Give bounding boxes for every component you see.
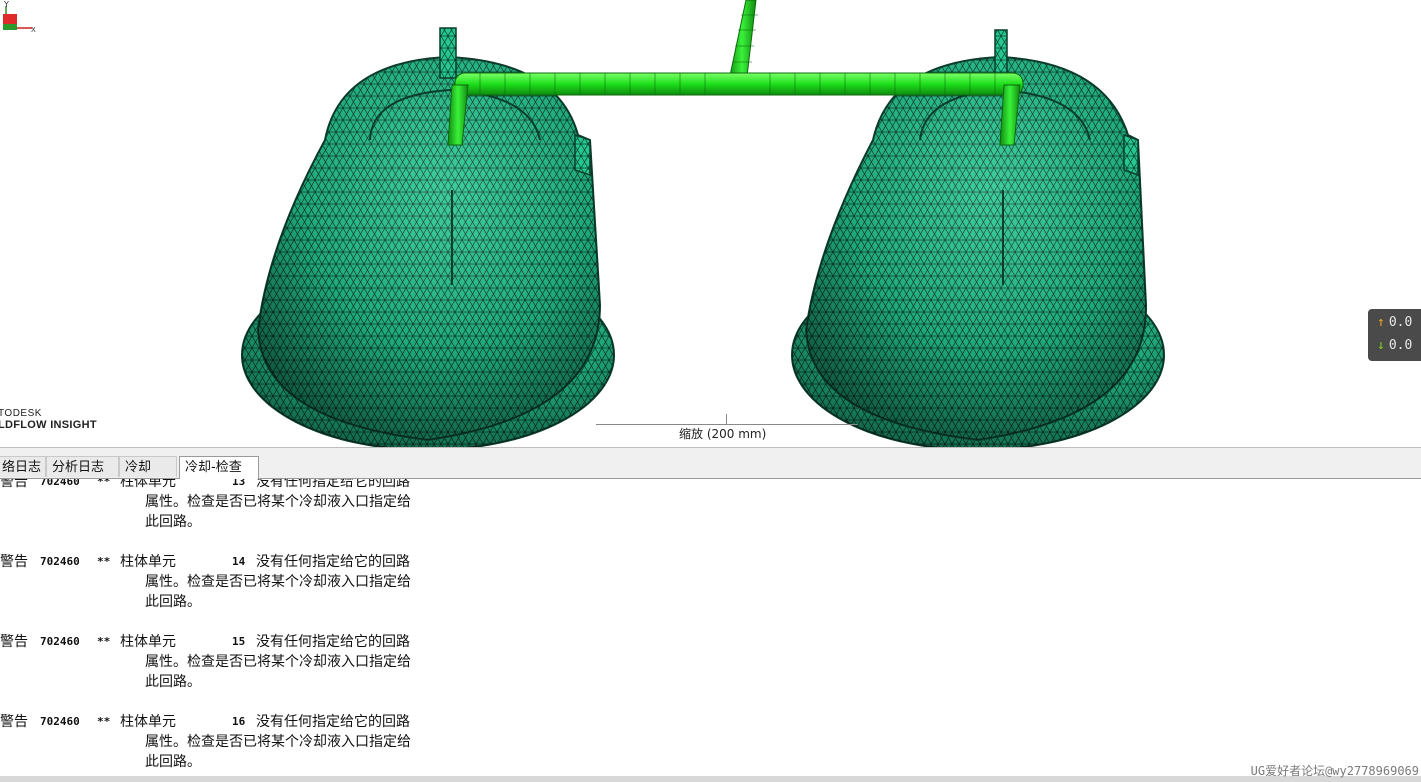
axis-x-label: X [31,26,36,34]
entry-message-2: 属性。检查是否已将某个冷却液入口指定给 [145,494,411,510]
clip-readout[interactable]: ↑ 0.0 ↓ 0.0 [1368,309,1421,361]
arrow-down-icon: ↓ [1377,338,1385,353]
readout-down: ↓ 0.0 [1377,338,1412,353]
scale-label: 缩放 (200 mm) [679,427,767,441]
entry-message-2: 属性。检查是否已将某个冷却液入口指定给 [145,654,411,670]
entry-message-1: 没有任何指定给它的回路 [256,634,410,650]
model-render[interactable] [0,0,1421,447]
entry-message-3: 此回路。 [145,674,201,690]
arrow-up-icon: ↑ [1377,315,1385,330]
entry-keyword: 警告 [0,479,28,490]
entry-element-type: 柱体单元 [120,714,176,730]
entry-marker: ** [97,479,111,488]
entry-code: 702460 [40,635,80,648]
entry-code: 702460 [40,555,80,568]
entry-message-3: 此回路。 [145,514,201,530]
entry-message-2: 属性。检查是否已将某个冷却液入口指定给 [145,574,411,590]
log-output[interactable]: 警告 702460 ** 柱体单元 13 没有任何指定给它的回路 属性。检查是否… [0,479,1421,776]
scale-tick [726,414,727,424]
log-tab-bar: 络日志 分析日志 冷却 冷却-检查 [0,455,1421,479]
tab-cooling-check[interactable]: 冷却-检查 [179,456,259,479]
entry-message-2: 属性。检查是否已将某个冷却液入口指定给 [145,734,411,750]
entry-message-1: 没有任何指定给它的回路 [256,479,410,490]
entry-number: 15 [232,635,246,648]
tab-cooling[interactable]: 冷却 [119,456,177,477]
brand-line-2: LDFLOW INSIGHT [0,419,97,431]
entry-marker: ** [97,555,111,568]
model-viewport[interactable]: TODESK LDFLOW INSIGHT 缩放 (200 mm) ↑ 0.0 ↓… [0,0,1421,447]
entry-message-1: 没有任何指定给它的回路 [256,554,410,570]
entry-marker: ** [97,635,111,648]
entry-code: 702460 [40,479,80,488]
axis-triad-icon: Y X [3,0,36,34]
readout-down-value: 0.0 [1388,338,1413,353]
bottom-scrollbar[interactable] [0,776,1421,782]
watermark: UG爱好者论坛@wy2778969069 [1250,764,1419,778]
entry-number: 16 [232,715,246,728]
readout-up: ↑ 0.0 [1377,315,1412,330]
entry-keyword: 警告 [0,554,28,570]
readout-up-value: 0.0 [1388,315,1413,330]
entry-element-type: 柱体单元 [120,479,176,490]
entry-keyword: 警告 [0,634,28,650]
entry-message-1: 没有任何指定给它的回路 [256,714,410,730]
entry-message-3: 此回路。 [145,754,201,770]
entry-keyword: 警告 [0,714,28,730]
entry-element-type: 柱体单元 [120,554,176,570]
tab-analysis-log[interactable]: 分析日志 [46,456,119,477]
brand-line-1: TODESK [0,408,42,419]
entry-message-3: 此回路。 [145,594,201,610]
axis-y-label: Y [3,0,9,9]
autodesk-moldflow-logo: TODESK LDFLOW INSIGHT [0,408,97,431]
entry-marker: ** [97,715,111,728]
entry-number: 13 [232,479,246,488]
entry-number: 14 [232,555,246,568]
entry-element-type: 柱体单元 [120,634,176,650]
tab-screen-log[interactable]: 络日志 [0,456,46,477]
entry-code: 702460 [40,715,80,728]
